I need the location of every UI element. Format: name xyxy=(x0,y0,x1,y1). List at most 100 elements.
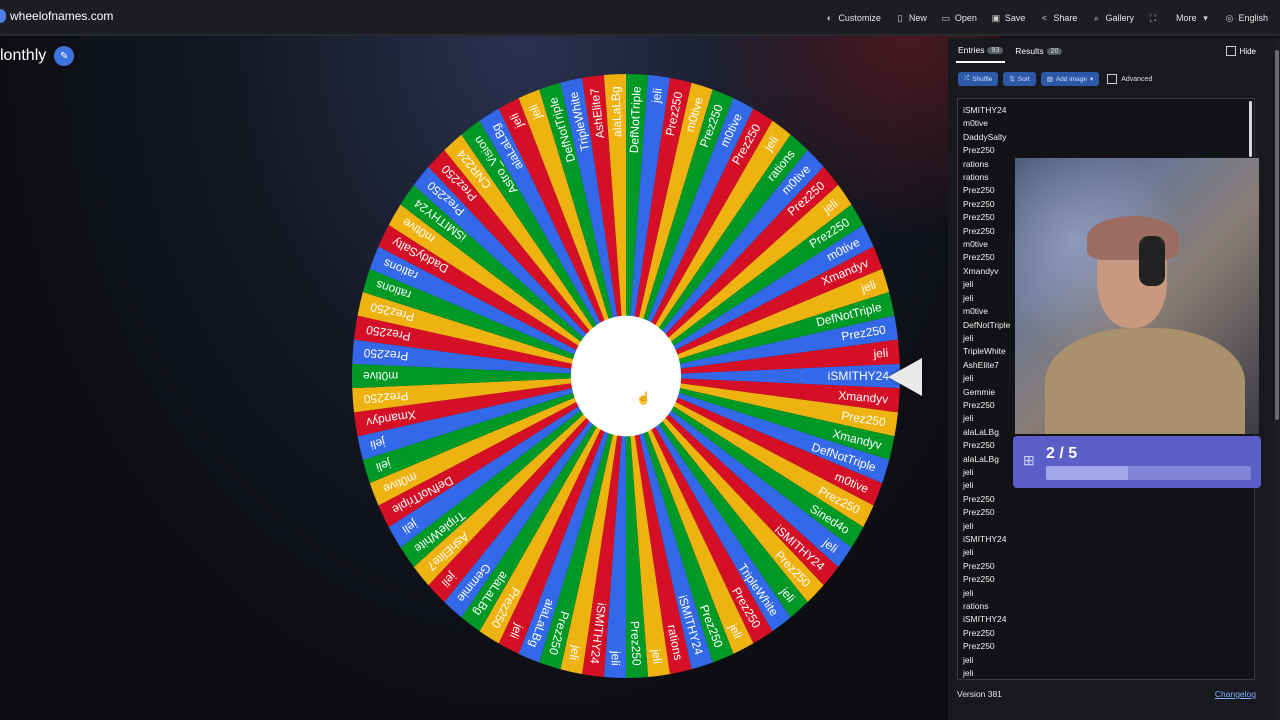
menu-item-save[interactable]: ▣ Save xyxy=(991,13,1026,24)
menu-item-english[interactable]: ◎ English xyxy=(1224,13,1268,24)
entry-line: iSMITHY24 xyxy=(963,105,1007,115)
edit-title-button[interactable]: ✎ xyxy=(54,46,75,66)
menu-item-gallery[interactable]: ⌕ Gallery xyxy=(1091,13,1134,24)
entries-toolbar: ⤮ Shuffle ⇅ Sort ▨ Add image ▾ Advanced xyxy=(958,72,1152,86)
wheel-segment-label: alaLaLBg xyxy=(608,86,624,137)
progress-text: 2 / 5 xyxy=(1046,445,1078,462)
menu-item-label: English xyxy=(1238,13,1268,23)
webcam-person-body xyxy=(1045,328,1245,434)
entry-line: DaddySalty xyxy=(963,131,1007,142)
site-name: wheelofnames.com xyxy=(10,9,114,23)
tab-results[interactable]: Results 20 xyxy=(1013,40,1064,62)
entry-line: jeli xyxy=(963,587,974,598)
menu-item-open[interactable]: ▭ Open xyxy=(941,13,977,24)
progress-bar-fill xyxy=(1046,466,1128,480)
share-icon: < xyxy=(1041,13,1048,23)
wheel-segment-label: jeli xyxy=(649,87,665,104)
wheel-segment-label: Prez250 xyxy=(628,621,644,667)
wheel[interactable]: iSMITHY24XmandyvPrez250XmandyvDefNotTrip… xyxy=(350,74,906,678)
entry-line: jeli xyxy=(963,520,974,531)
wheel-center[interactable] xyxy=(570,315,682,437)
panel-scrollbar-thumb[interactable] xyxy=(1275,50,1279,420)
wheel-segment-label: iSMITHY24 xyxy=(828,369,890,383)
hand-cursor-icon: ☝ xyxy=(636,391,651,405)
entries-scrollbar[interactable] xyxy=(1249,101,1252,157)
sort-button[interactable]: ⇅ Sort xyxy=(1003,72,1036,86)
entry-line: Prez250 xyxy=(963,627,995,638)
wheel-title: lonthly ✎ xyxy=(0,46,75,66)
search-icon: ⌕ xyxy=(1093,12,1099,23)
folder-icon: ▭ xyxy=(941,12,951,23)
sort-icon: ⇅ xyxy=(1009,76,1015,83)
menu-item-customize[interactable]: ◐ Customize xyxy=(824,13,881,23)
entry-line: Prez250 xyxy=(963,560,995,571)
menu-item-label: Customize xyxy=(838,13,881,23)
top-bar: wheelofnames.com ◐ Customize ▯ New ▭ Open ▣ Sav… xyxy=(0,0,1280,36)
advanced-label: Advanced xyxy=(1121,75,1153,83)
add-image-button[interactable]: ▨ Add image ▾ xyxy=(1040,72,1100,86)
entry-line: m0tive xyxy=(963,118,989,129)
wheel-pointer xyxy=(888,358,922,396)
wheel-title-text: lonthly xyxy=(0,47,47,64)
progress-overlay: ⊞ 2 / 5 xyxy=(1013,436,1261,488)
entry-line: iSMITHY24 xyxy=(963,614,1007,625)
entry-line: jeli xyxy=(963,654,974,665)
tab-results-label: Results xyxy=(1015,46,1044,56)
entry-line: Prez250 xyxy=(963,574,995,585)
webcam-headset xyxy=(1139,236,1165,286)
changelog-link[interactable]: Changelog xyxy=(1215,689,1256,699)
hide-toggle[interactable]: Hide xyxy=(1225,46,1256,56)
hide-label: Hide xyxy=(1239,46,1256,56)
menu-item-fullscreen[interactable]: ⛶ xyxy=(1148,13,1162,24)
fullscreen-icon: ⛶ xyxy=(1149,12,1157,23)
menu-item-share[interactable]: < Share xyxy=(1039,13,1078,23)
site-logo[interactable]: wheelofnames.com xyxy=(0,9,113,23)
sort-label: Sort xyxy=(1017,75,1030,83)
entry-line: jeli xyxy=(963,668,974,679)
advanced-toggle[interactable]: Advanced xyxy=(1107,72,1152,86)
entry-line: jeli xyxy=(963,547,974,558)
entries-count-badge: 93 xyxy=(987,46,1004,54)
entry-line: Prez250 xyxy=(963,493,995,504)
add-image-label: Add image xyxy=(1055,75,1087,83)
entry-line: Prez250 xyxy=(963,145,995,156)
main-menu: ◐ Customize ▯ New ▭ Open ▣ Save < Share ⌕ Gallery ⛶ M… xyxy=(824,0,1268,36)
wheel-segment-label: DefNotTriple xyxy=(627,86,644,154)
logo-icon xyxy=(0,9,6,23)
wheel-segment-label: jeli xyxy=(649,647,665,664)
menu-item-new[interactable]: ▯ New xyxy=(895,13,927,24)
menu-item-label: Gallery xyxy=(1105,13,1134,23)
wheel-segment-label: m0tive xyxy=(363,369,399,383)
advanced-checkbox[interactable] xyxy=(1107,74,1118,84)
gift-icon: ⊞ xyxy=(1023,452,1035,468)
results-count-badge: 20 xyxy=(1046,47,1063,55)
tab-entries[interactable]: Entries 93 xyxy=(956,39,1006,63)
panel-scrollbar[interactable] xyxy=(1274,38,1280,720)
menu-item-label: More xyxy=(1175,13,1197,23)
pencil-icon: ✎ xyxy=(60,50,69,62)
entry-line: rations xyxy=(963,601,989,612)
shuffle-button[interactable]: ⤮ Shuffle xyxy=(958,72,999,86)
webcam-person-cap xyxy=(1087,216,1179,260)
hide-checkbox[interactable] xyxy=(1225,46,1236,56)
image-icon: ▨ xyxy=(1046,76,1053,83)
entry-line: iSMITHY24 xyxy=(963,534,1007,544)
wheel-segment-label: jeli xyxy=(872,346,889,361)
menu-item-label: Share xyxy=(1053,13,1078,23)
tab-entries-label: Entries xyxy=(958,45,985,55)
wheel-segment-label: jeli xyxy=(608,650,623,666)
chevron-down-icon: ▾ xyxy=(1203,12,1208,23)
chevron-down-icon: ▾ xyxy=(1089,76,1094,83)
webcam-overlay xyxy=(1015,158,1259,434)
globe-icon: ◎ xyxy=(1225,12,1234,23)
menu-item-label: Save xyxy=(1004,13,1026,23)
shuffle-icon: ⤮ xyxy=(964,75,970,82)
file-icon: ▯ xyxy=(897,12,903,23)
shuffle-label: Shuffle xyxy=(972,75,993,83)
version-text: Version 381 xyxy=(957,689,1002,699)
palette-icon: ◐ xyxy=(826,13,833,23)
entry-line: Prez250 xyxy=(963,641,995,652)
entry-line: Prez250 xyxy=(963,507,995,518)
menu-item-more[interactable]: More ▾ xyxy=(1176,13,1211,24)
menu-item-label: New xyxy=(908,13,927,23)
